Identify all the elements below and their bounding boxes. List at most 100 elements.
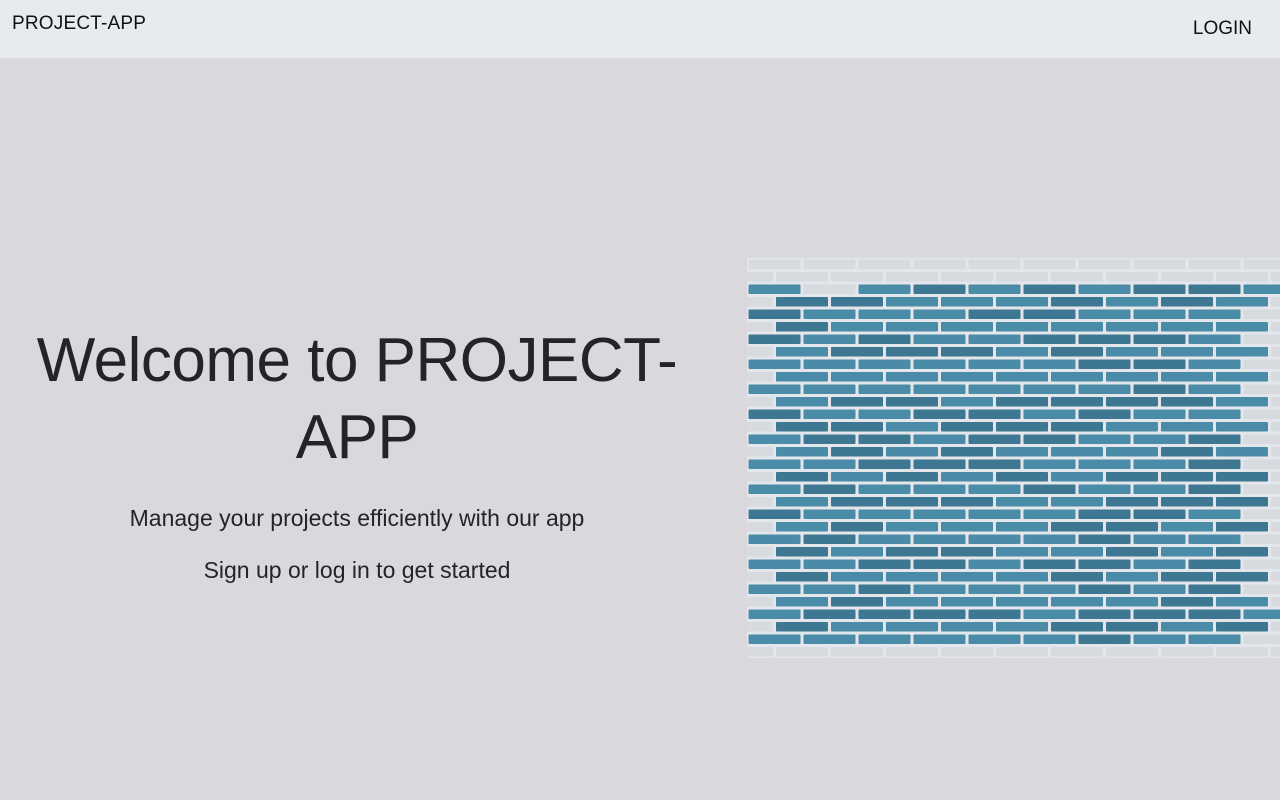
brick — [1216, 447, 1268, 457]
brick — [803, 634, 856, 644]
brick — [748, 359, 801, 369]
brick — [803, 384, 856, 394]
brick — [1051, 522, 1103, 532]
brick — [941, 572, 993, 582]
brand-logo-link[interactable]: PROJECT-APP — [12, 13, 146, 35]
brick — [858, 359, 911, 369]
brick — [803, 434, 856, 444]
brick — [1078, 634, 1131, 644]
brick — [748, 459, 801, 469]
brick — [858, 409, 911, 419]
brick — [803, 359, 856, 369]
brick — [747, 372, 773, 382]
brick — [968, 284, 1021, 294]
brick — [913, 609, 966, 619]
brick — [1243, 609, 1280, 619]
brick — [1243, 409, 1280, 419]
brick — [968, 584, 1021, 594]
brick — [886, 372, 938, 382]
brick — [776, 597, 828, 607]
brick — [1188, 459, 1241, 469]
brick — [1106, 622, 1158, 632]
brick — [913, 384, 966, 394]
brick — [941, 472, 993, 482]
brick — [1271, 272, 1280, 282]
brick — [1216, 622, 1268, 632]
brick — [747, 422, 773, 432]
brick — [1023, 434, 1076, 444]
brick — [1188, 484, 1241, 494]
brick — [996, 322, 1048, 332]
brick — [747, 272, 773, 282]
brick — [776, 472, 828, 482]
brick — [803, 309, 856, 319]
brick — [1271, 472, 1280, 482]
brick — [968, 309, 1021, 319]
brick — [886, 572, 938, 582]
brick — [776, 497, 828, 507]
brick — [1243, 309, 1280, 319]
brick — [886, 597, 938, 607]
brick — [1078, 259, 1131, 269]
brick — [747, 447, 773, 457]
brick — [776, 347, 828, 357]
brick — [886, 622, 938, 632]
brick — [1243, 509, 1280, 519]
brick — [1133, 259, 1186, 269]
brick — [748, 259, 801, 269]
brick — [1078, 384, 1131, 394]
brick — [858, 559, 911, 569]
brick — [996, 647, 1048, 657]
brick — [1188, 259, 1241, 269]
brick — [968, 609, 1021, 619]
brick — [1161, 622, 1213, 632]
brick — [1051, 322, 1103, 332]
brick — [996, 447, 1048, 457]
brick — [913, 359, 966, 369]
brick — [1243, 384, 1280, 394]
brick — [1216, 372, 1268, 382]
brick — [941, 422, 993, 432]
brick — [776, 447, 828, 457]
brick — [996, 572, 1048, 582]
brick — [1078, 459, 1131, 469]
brick — [1023, 259, 1076, 269]
brick — [996, 547, 1048, 557]
brick — [803, 259, 856, 269]
brick — [1106, 572, 1158, 582]
brick — [747, 572, 773, 582]
brick — [1188, 434, 1241, 444]
brick — [941, 272, 993, 282]
brick — [1023, 634, 1076, 644]
brick — [1133, 484, 1186, 494]
brick — [747, 597, 773, 607]
brick — [1216, 497, 1268, 507]
brick — [913, 459, 966, 469]
brick — [1106, 497, 1158, 507]
brick — [831, 597, 883, 607]
brick — [1271, 422, 1280, 432]
brick — [1216, 597, 1268, 607]
brick — [1243, 559, 1280, 569]
brick — [831, 447, 883, 457]
brick — [776, 322, 828, 332]
brick — [1243, 634, 1280, 644]
brick — [1106, 397, 1158, 407]
brick — [747, 472, 773, 482]
brick — [941, 372, 993, 382]
brick — [968, 359, 1021, 369]
brick — [748, 534, 801, 544]
brick — [1188, 559, 1241, 569]
login-link[interactable]: LOGIN — [1193, 18, 1252, 40]
brick — [1051, 472, 1103, 482]
brick — [1078, 334, 1131, 344]
brick — [1078, 534, 1131, 544]
brick — [886, 447, 938, 457]
brick — [1106, 647, 1158, 657]
brick — [941, 322, 993, 332]
brick — [1271, 622, 1280, 632]
hero-image — [747, 258, 1280, 658]
brick — [1133, 359, 1186, 369]
brick — [968, 384, 1021, 394]
brick — [747, 397, 773, 407]
